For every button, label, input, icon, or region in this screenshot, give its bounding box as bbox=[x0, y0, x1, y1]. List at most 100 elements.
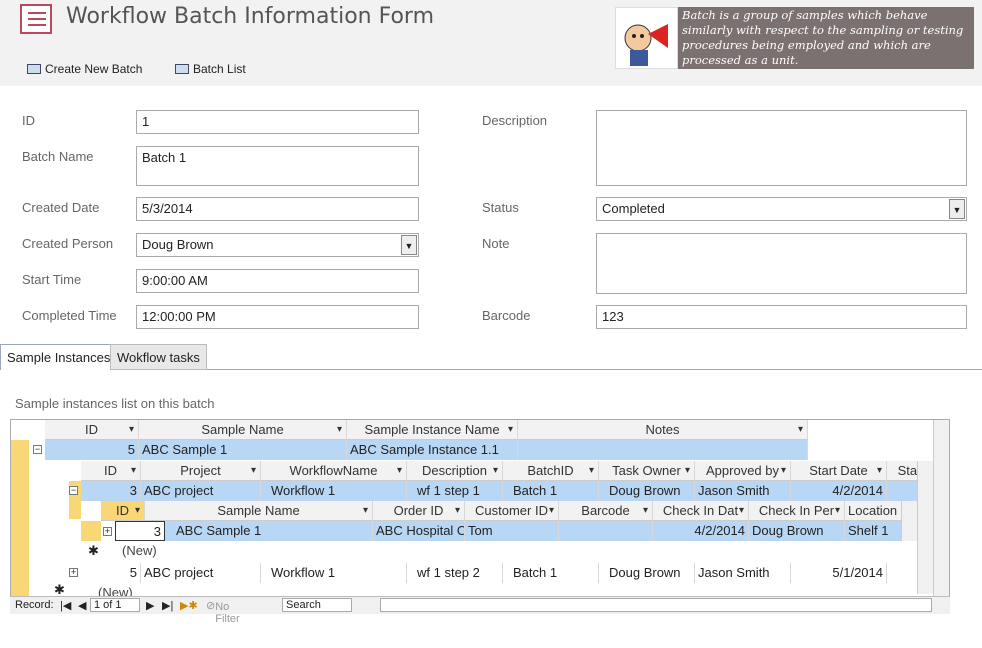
cell-workflow-name: Workflow 1 bbox=[261, 563, 407, 583]
search-input[interactable]: Search bbox=[282, 598, 352, 612]
col-order-id[interactable]: Order ID bbox=[373, 501, 465, 521]
cell-check-in-person: Doug Brown bbox=[749, 521, 845, 541]
col-sample-name[interactable]: Sample Name bbox=[139, 420, 347, 440]
col-sample-instance-name[interactable]: Sample Instance Name bbox=[347, 420, 518, 440]
cell-start-date: 4/2/2014 bbox=[791, 481, 887, 501]
new-record-star-icon: ✱ bbox=[54, 583, 65, 597]
tab-workflow-tasks[interactable]: Wokflow tasks bbox=[110, 344, 207, 370]
cell-sample-name: ABC Sample 1 bbox=[139, 440, 347, 460]
record-selector-l1[interactable] bbox=[11, 440, 29, 598]
col-sample-name[interactable]: Sample Name bbox=[145, 501, 373, 521]
table-row[interactable]: 3 ABC Sample 1 ABC Hospital O Tom 4/2/20… bbox=[115, 521, 917, 541]
new-record-icon[interactable]: ▶✱ bbox=[180, 599, 198, 612]
completed-time-field[interactable]: 12:00:00 PM bbox=[136, 305, 419, 329]
col-check-in-person[interactable]: Check In Per bbox=[749, 501, 845, 521]
col-start-date[interactable]: Start Date bbox=[791, 461, 887, 481]
collapse-icon[interactable]: − bbox=[69, 486, 78, 495]
cell-id: 5 bbox=[81, 563, 141, 583]
cell-customer-id: Tom bbox=[465, 521, 559, 541]
col-approved-by[interactable]: Approved by bbox=[695, 461, 791, 481]
record-navigation-bar: Record: |◀ ◀ 1 of 1 ▶ ▶| ▶✱ ⊘ No Filter … bbox=[10, 596, 950, 625]
chevron-down-icon[interactable]: ▼ bbox=[949, 199, 965, 219]
record-selector-l3[interactable] bbox=[81, 521, 101, 541]
new-record-label: (New) bbox=[98, 585, 133, 597]
created-person-select[interactable]: Doug Brown ▼ bbox=[136, 233, 419, 257]
last-record-icon[interactable]: ▶| bbox=[162, 599, 173, 612]
col-check-in-date[interactable]: Check In Dat bbox=[653, 501, 749, 521]
form-icon bbox=[20, 4, 52, 34]
new-batch-icon bbox=[27, 64, 41, 74]
batch-list-button[interactable]: Batch List bbox=[175, 62, 246, 76]
cell-sample-instance-name: ABC Sample Instance 1.1 bbox=[347, 440, 518, 460]
description-field[interactable] bbox=[596, 110, 967, 186]
cell-task-owner: Doug Brown bbox=[599, 481, 695, 501]
l1-header-row: ID Sample Name Sample Instance Name Note… bbox=[45, 420, 819, 440]
created-date-field[interactable]: 5/3/2014 bbox=[136, 197, 419, 221]
new-record-row[interactable]: ✱ (New) bbox=[85, 541, 917, 561]
chevron-down-icon[interactable]: ▼ bbox=[401, 235, 417, 255]
status-label: Status bbox=[482, 200, 519, 215]
cell-batch-id: Batch 1 bbox=[503, 481, 599, 501]
created-person-label: Created Person bbox=[22, 236, 114, 251]
create-new-batch-button[interactable]: Create New Batch bbox=[27, 62, 142, 76]
page-title: Workflow Batch Information Form bbox=[66, 4, 435, 29]
col-id[interactable]: ID bbox=[101, 501, 145, 521]
status-value: Completed bbox=[602, 201, 665, 216]
col-id[interactable]: ID bbox=[81, 461, 141, 481]
batch-list-label: Batch List bbox=[193, 62, 246, 76]
col-customer-id[interactable]: Customer ID bbox=[465, 501, 559, 521]
table-row[interactable]: 5 ABC project Workflow 1 wf 1 step 2 Bat… bbox=[81, 563, 917, 583]
cell-start-date: 5/1/2014 bbox=[791, 563, 887, 583]
record-position-field[interactable]: 1 of 1 bbox=[90, 598, 140, 612]
cell-id[interactable]: 3 bbox=[115, 521, 165, 541]
outer-vertical-scrollbar[interactable] bbox=[933, 420, 949, 596]
cell-barcode bbox=[559, 521, 653, 541]
collapse-icon[interactable]: − bbox=[33, 445, 42, 454]
start-time-field[interactable]: 9:00:00 AM bbox=[136, 269, 419, 293]
l2-header-row: ID Project WorkflowName Description Batc… bbox=[81, 461, 933, 481]
table-row[interactable]: 5 ABC Sample 1 ABC Sample Instance 1.1 bbox=[45, 440, 808, 460]
col-description[interactable]: Description bbox=[407, 461, 503, 481]
inner-vertical-scrollbar[interactable] bbox=[917, 461, 933, 594]
cell-description: wf 1 step 1 bbox=[407, 481, 503, 501]
list-caption: Sample instances list on this batch bbox=[15, 396, 215, 411]
note-field[interactable] bbox=[596, 233, 967, 294]
next-record-icon[interactable]: ▶ bbox=[146, 599, 154, 612]
new-record-label: (New) bbox=[122, 543, 157, 558]
col-project[interactable]: Project bbox=[141, 461, 261, 481]
new-record-star-icon: ✱ bbox=[88, 543, 99, 558]
cell-description: wf 1 step 2 bbox=[407, 563, 503, 583]
megaphone-mascot-icon bbox=[615, 7, 678, 69]
id-label: ID bbox=[22, 113, 35, 128]
sample-instances-datasheet[interactable]: ID Sample Name Sample Instance Name Note… bbox=[10, 419, 950, 614]
status-select[interactable]: Completed ▼ bbox=[596, 197, 967, 221]
prev-record-icon[interactable]: ◀ bbox=[78, 599, 86, 612]
cell-approved-by: Jason Smith bbox=[695, 563, 791, 583]
batch-name-label: Batch Name bbox=[22, 149, 94, 164]
cell-approved-by: Jason Smith bbox=[695, 481, 791, 501]
cell-id: 3 bbox=[81, 481, 141, 501]
first-record-icon[interactable]: |◀ bbox=[60, 599, 71, 612]
col-batch-id[interactable]: BatchID bbox=[503, 461, 599, 481]
nested-vertical-scrollbar[interactable] bbox=[901, 501, 917, 541]
col-barcode[interactable]: Barcode bbox=[559, 501, 653, 521]
col-notes[interactable]: Notes bbox=[518, 420, 808, 440]
tab-sample-instances[interactable]: Sample Instances bbox=[0, 344, 118, 370]
batch-name-field[interactable]: Batch 1 bbox=[136, 146, 419, 186]
record-label: Record: bbox=[15, 599, 54, 611]
id-field[interactable]: 1 bbox=[136, 110, 419, 134]
no-filter-button[interactable]: ⊘ No Filter bbox=[206, 599, 240, 625]
table-row[interactable]: 3 ABC project Workflow 1 wf 1 step 1 Bat… bbox=[81, 481, 917, 501]
created-person-value: Doug Brown bbox=[142, 237, 214, 252]
col-workflow-name[interactable]: WorkflowName bbox=[261, 461, 407, 481]
expand-icon[interactable]: + bbox=[69, 568, 78, 577]
create-new-batch-label: Create New Batch bbox=[45, 62, 143, 76]
col-task-owner[interactable]: Task Owner bbox=[599, 461, 695, 481]
col-id[interactable]: ID bbox=[45, 420, 139, 440]
barcode-field[interactable]: 123 bbox=[596, 305, 967, 329]
cell-sample-name: ABC Sample 1 bbox=[173, 521, 373, 541]
cell-task-owner: Doug Brown bbox=[599, 563, 695, 583]
horizontal-scrollbar[interactable] bbox=[380, 598, 932, 612]
expand-icon[interactable]: + bbox=[103, 527, 112, 536]
new-record-row[interactable]: ✱ (New) bbox=[51, 583, 917, 597]
